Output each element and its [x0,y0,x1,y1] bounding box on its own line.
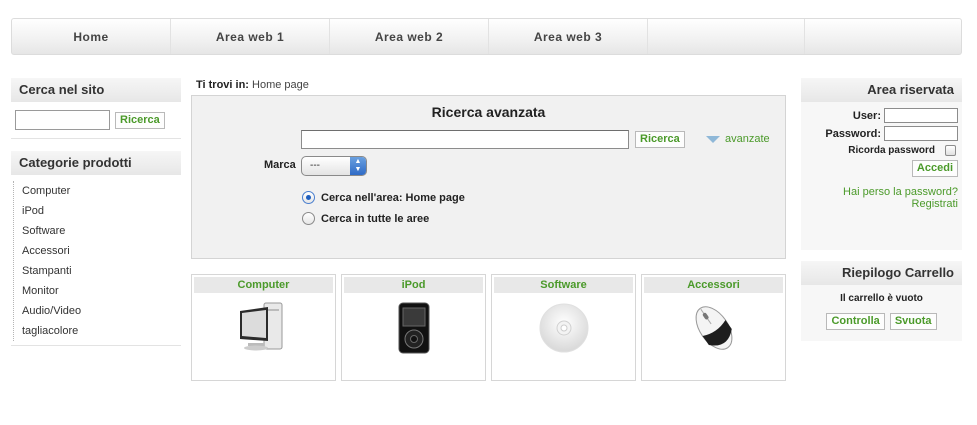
password-input[interactable] [884,126,958,141]
user-input[interactable] [884,108,958,123]
product-title-accessori: Accessori [644,277,783,293]
site-search-box: Ricerca [11,102,181,139]
cart-empty-button[interactable]: Svuota [889,313,937,330]
login-actions: Accedi [805,160,958,177]
cd-icon [539,303,588,353]
remember-row: Ricorda password [805,145,958,156]
cart-status: Il carrello è vuoto [840,293,923,304]
computer-icon [239,302,282,351]
brand-select[interactable]: --- ▲ ▼ [301,156,367,176]
cart-check-button[interactable]: Controlla [826,313,885,330]
brand-label: Marca [264,159,296,171]
breadcrumb: Ti trovi in: Home page [196,79,309,91]
cart-title: Riepilogo Carrello [801,261,962,285]
radio-search-all[interactable]: Cerca in tutte le aree [302,212,429,225]
nav-empty-slot-last [805,19,961,54]
site-search-button[interactable]: Ricerca [115,111,165,129]
category-item-accessori[interactable]: Accessori [22,241,181,261]
user-label: User: [852,109,881,122]
category-item-stampanti[interactable]: Stampanti [22,261,181,281]
site-search-input[interactable] [15,110,110,130]
ipod-icon [398,302,429,354]
register-link[interactable]: Registrati [805,198,958,210]
login-title: Area riservata [801,78,962,102]
advanced-search-title: Ricerca avanzata [431,104,546,120]
remember-checkbox[interactable] [945,145,956,156]
breadcrumb-label: Ti trovi in: [196,79,249,91]
product-title-computer: Computer [194,277,333,293]
product-title-ipod: iPod [344,277,483,293]
left-sidebar: Cerca nel sito Ricerca Categorie prodott… [11,78,181,346]
mouse-icon [695,306,732,350]
advanced-search-input[interactable] [301,130,629,149]
breadcrumb-current: Home page [252,79,309,91]
select-arrows-icon: ▲ ▼ [350,157,366,175]
categories-title: Categorie prodotti [11,151,181,175]
advanced-search-button[interactable]: Ricerca [635,131,685,148]
category-item-software[interactable]: Software [22,221,181,241]
radio-button-unselected[interactable] [302,212,315,225]
product-box-ipod[interactable]: iPod [341,274,486,381]
product-box-software[interactable]: Software [491,274,636,381]
nav-area-web-1[interactable]: Area web 1 [171,19,330,54]
site-search-title: Cerca nel sito [11,78,181,102]
lost-password-link[interactable]: Hai perso la password? [805,186,958,198]
category-item-computer[interactable]: Computer [22,181,181,201]
advanced-search-panel: Ricerca avanzata Ricerca avanzate Marca … [191,95,786,259]
login-panel: User: Password: Ricorda password Accedi … [801,102,962,250]
nav-empty-slot [648,19,805,54]
category-item-ipod[interactable]: iPod [22,201,181,221]
triangle-down-icon [706,135,720,143]
nav-area-web-3[interactable]: Area web 3 [489,19,648,54]
right-sidebar: Area riservata User: Password: Ricorda p… [801,78,962,341]
advanced-options-link[interactable]: avanzate [706,133,770,145]
advanced-options-label: avanzate [725,133,770,145]
login-button[interactable]: Accedi [911,160,958,177]
password-label: Password: [825,127,881,140]
product-box-accessori[interactable]: Accessori [641,274,786,381]
nav-home[interactable]: Home [12,19,171,54]
categories-divider [11,345,181,346]
radio-search-area[interactable]: Cerca nell'area: Home page [302,191,465,204]
remember-label: Ricorda password [848,145,935,156]
brand-select-value: --- [310,160,320,171]
product-box-computer[interactable]: Computer [191,274,336,381]
categories-list: Computer iPod Software Accessori Stampan… [13,181,181,341]
radio-button-selected[interactable] [302,191,315,204]
product-title-software: Software [494,277,633,293]
radio-search-area-label: Cerca nell'area: Home page [321,191,465,204]
category-item-tagliacolore[interactable]: tagliacolore [22,321,181,341]
category-item-audio-video[interactable]: Audio/Video [22,301,181,321]
category-item-monitor[interactable]: Monitor [22,281,181,301]
top-navigation: Home Area web 1 Area web 2 Area web 3 [11,18,962,55]
user-row: User: [805,108,958,123]
cart-panel: Il carrello è vuoto Controlla Svuota [801,285,962,341]
radio-search-all-label: Cerca in tutte le aree [321,212,430,225]
nav-area-web-2[interactable]: Area web 2 [330,19,489,54]
password-row: Password: [805,126,958,141]
